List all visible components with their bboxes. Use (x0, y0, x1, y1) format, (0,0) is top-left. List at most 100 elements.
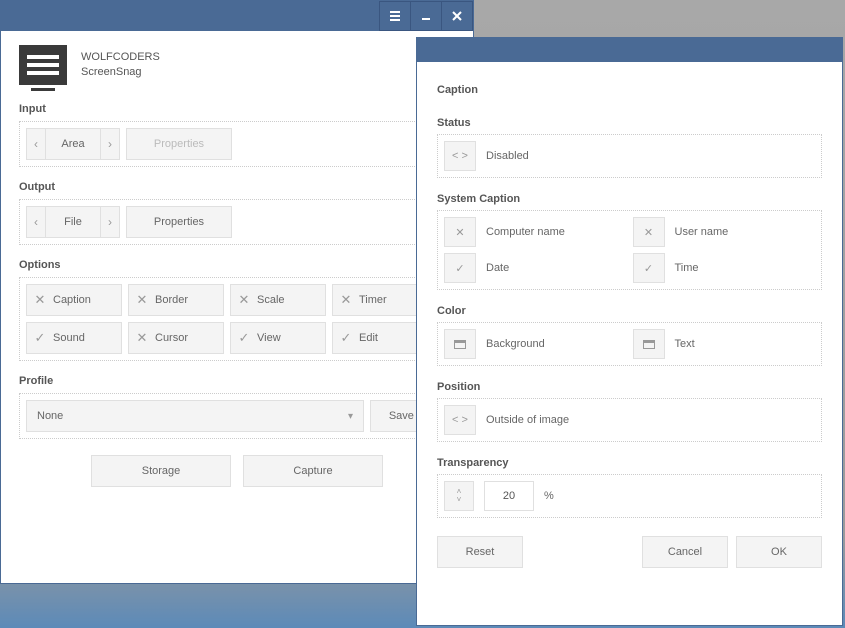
transparency-label: Transparency (437, 452, 822, 474)
status-value: Disabled (486, 150, 529, 162)
chevron-right-icon[interactable]: › (100, 128, 120, 160)
angle-brackets-icon: < > (444, 405, 476, 435)
options-section: Options ✕ Caption ✕ Border ✕ Scale ✕ Timer ✓… (19, 253, 455, 361)
position-section: Position < > Outside of image (437, 376, 822, 442)
option-caption[interactable]: ✕ Caption (26, 284, 122, 316)
reset-button[interactable]: Reset (437, 536, 523, 568)
option-label: Caption (53, 294, 91, 306)
input-section: Input ‹ Area › Properties (19, 97, 455, 167)
option-label: View (257, 332, 281, 344)
position-value: Outside of image (486, 414, 569, 426)
chevron-right-icon[interactable]: › (100, 206, 120, 238)
status-label: Status (437, 112, 822, 134)
option-label: Cursor (155, 332, 188, 344)
option-label: Edit (359, 332, 378, 344)
main-window: WOLFCODERS ScreenSnag Input ‹ Area › Pro… (0, 0, 474, 584)
check-icon: ✓ (633, 253, 665, 283)
output-properties-button[interactable]: Properties (126, 206, 232, 238)
transparency-input[interactable]: 20 (484, 481, 534, 511)
color-background[interactable]: Background (444, 329, 627, 359)
rectangle-icon (444, 329, 476, 359)
capture-button[interactable]: Capture (243, 455, 383, 487)
system-caption-section: System Caption ✕ Computer name ✕ User na… (437, 188, 822, 290)
chevron-down-icon: ▾ (348, 411, 353, 422)
output-value: File (46, 206, 100, 238)
option-cursor[interactable]: ✕ Cursor (128, 322, 224, 354)
output-section: Output ‹ File › Properties (19, 175, 455, 245)
option-view[interactable]: ✓ View (230, 322, 326, 354)
x-icon: ✕ (135, 292, 149, 308)
chevron-left-icon[interactable]: ‹ (26, 128, 46, 160)
menu-icon (389, 11, 401, 21)
input-value: Area (46, 128, 100, 160)
status-toggle[interactable]: < > Disabled (444, 141, 529, 171)
transparency-spinner[interactable]: ˄ ˅ 20 % (444, 481, 554, 511)
transparency-section: Transparency ˄ ˅ 20 % (437, 452, 822, 518)
check-icon: ✓ (33, 330, 47, 346)
status-section: Status < > Disabled (437, 112, 822, 178)
option-label: Scale (257, 294, 285, 306)
option-timer[interactable]: ✕ Timer (332, 284, 428, 316)
x-icon: ✕ (444, 217, 476, 247)
close-button[interactable] (441, 1, 473, 31)
minimize-icon (420, 10, 432, 22)
output-selector[interactable]: ‹ File › (26, 206, 120, 238)
transparency-unit: % (544, 490, 554, 502)
options-label: Options (19, 253, 455, 277)
brand: WOLFCODERS ScreenSnag (1, 31, 473, 95)
brand-text: WOLFCODERS ScreenSnag (81, 50, 160, 81)
dialog-titlebar[interactable] (417, 38, 842, 62)
spinner-arrows[interactable]: ˄ ˅ (444, 481, 474, 511)
toggle-time[interactable]: ✓ Time (633, 253, 816, 283)
color-label: Color (437, 300, 822, 322)
option-scale[interactable]: ✕ Scale (230, 284, 326, 316)
profile-dropdown[interactable]: None ▾ (26, 400, 364, 432)
menu-button[interactable] (379, 1, 411, 31)
x-icon: ✕ (135, 330, 149, 346)
input-label: Input (19, 97, 455, 121)
profile-value: None (37, 410, 63, 422)
x-icon: ✕ (633, 217, 665, 247)
brand-company: WOLFCODERS (81, 50, 160, 65)
option-sound[interactable]: ✓ Sound (26, 322, 122, 354)
minimize-button[interactable] (410, 1, 442, 31)
toggle-user-name[interactable]: ✕ User name (633, 217, 816, 247)
ok-button[interactable]: OK (736, 536, 822, 568)
color-section: Color Background Text (437, 300, 822, 366)
brand-product: ScreenSnag (81, 65, 160, 80)
check-icon: ✓ (237, 330, 251, 346)
option-label: Border (155, 294, 188, 306)
check-icon: ✓ (444, 253, 476, 283)
rectangle-icon (633, 329, 665, 359)
color-text[interactable]: Text (633, 329, 816, 359)
chevron-down-icon: ˅ (457, 496, 462, 504)
option-label: Sound (53, 332, 85, 344)
profile-label: Profile (19, 369, 455, 393)
caption-dialog: Caption Status < > Disabled System Capti… (416, 37, 843, 626)
output-label: Output (19, 175, 455, 199)
toggle-computer-name[interactable]: ✕ Computer name (444, 217, 627, 247)
toggle-date[interactable]: ✓ Date (444, 253, 627, 283)
check-icon: ✓ (339, 330, 353, 346)
app-logo-icon (19, 45, 67, 85)
titlebar (1, 1, 473, 31)
cancel-button[interactable]: Cancel (642, 536, 728, 568)
x-icon: ✕ (33, 292, 47, 308)
position-toggle[interactable]: < > Outside of image (444, 405, 569, 435)
position-label: Position (437, 376, 822, 398)
system-caption-label: System Caption (437, 188, 822, 210)
option-label: Timer (359, 294, 387, 306)
chevron-left-icon[interactable]: ‹ (26, 206, 46, 238)
dialog-title: Caption (437, 84, 822, 96)
angle-brackets-icon: < > (444, 141, 476, 171)
bottom-actions: Storage Capture (19, 455, 455, 487)
option-edit[interactable]: ✓ Edit (332, 322, 428, 354)
x-icon: ✕ (339, 292, 353, 308)
x-icon: ✕ (237, 292, 251, 308)
input-selector[interactable]: ‹ Area › (26, 128, 120, 160)
option-border[interactable]: ✕ Border (128, 284, 224, 316)
profile-section: Profile None ▾ Save As (19, 369, 455, 439)
storage-button[interactable]: Storage (91, 455, 231, 487)
close-icon (451, 10, 463, 22)
input-properties-button[interactable]: Properties (126, 128, 232, 160)
